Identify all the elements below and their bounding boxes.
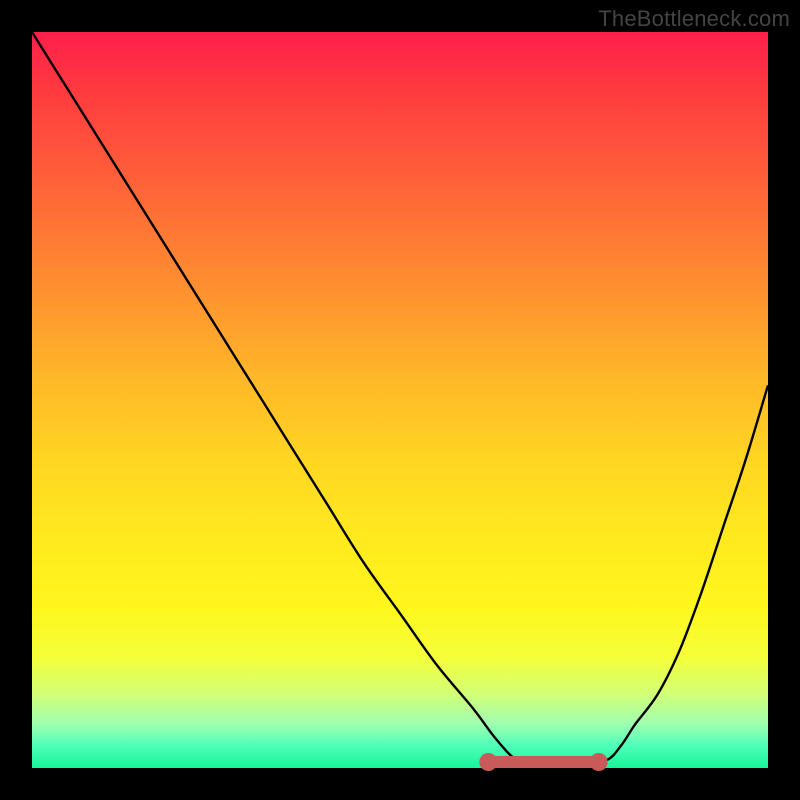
plot-area: [32, 32, 768, 768]
curve-layer: [32, 32, 768, 768]
watermark: TheBottleneck.com: [598, 6, 790, 32]
bottleneck-curve: [32, 32, 768, 769]
chart-frame: TheBottleneck.com: [0, 0, 800, 800]
